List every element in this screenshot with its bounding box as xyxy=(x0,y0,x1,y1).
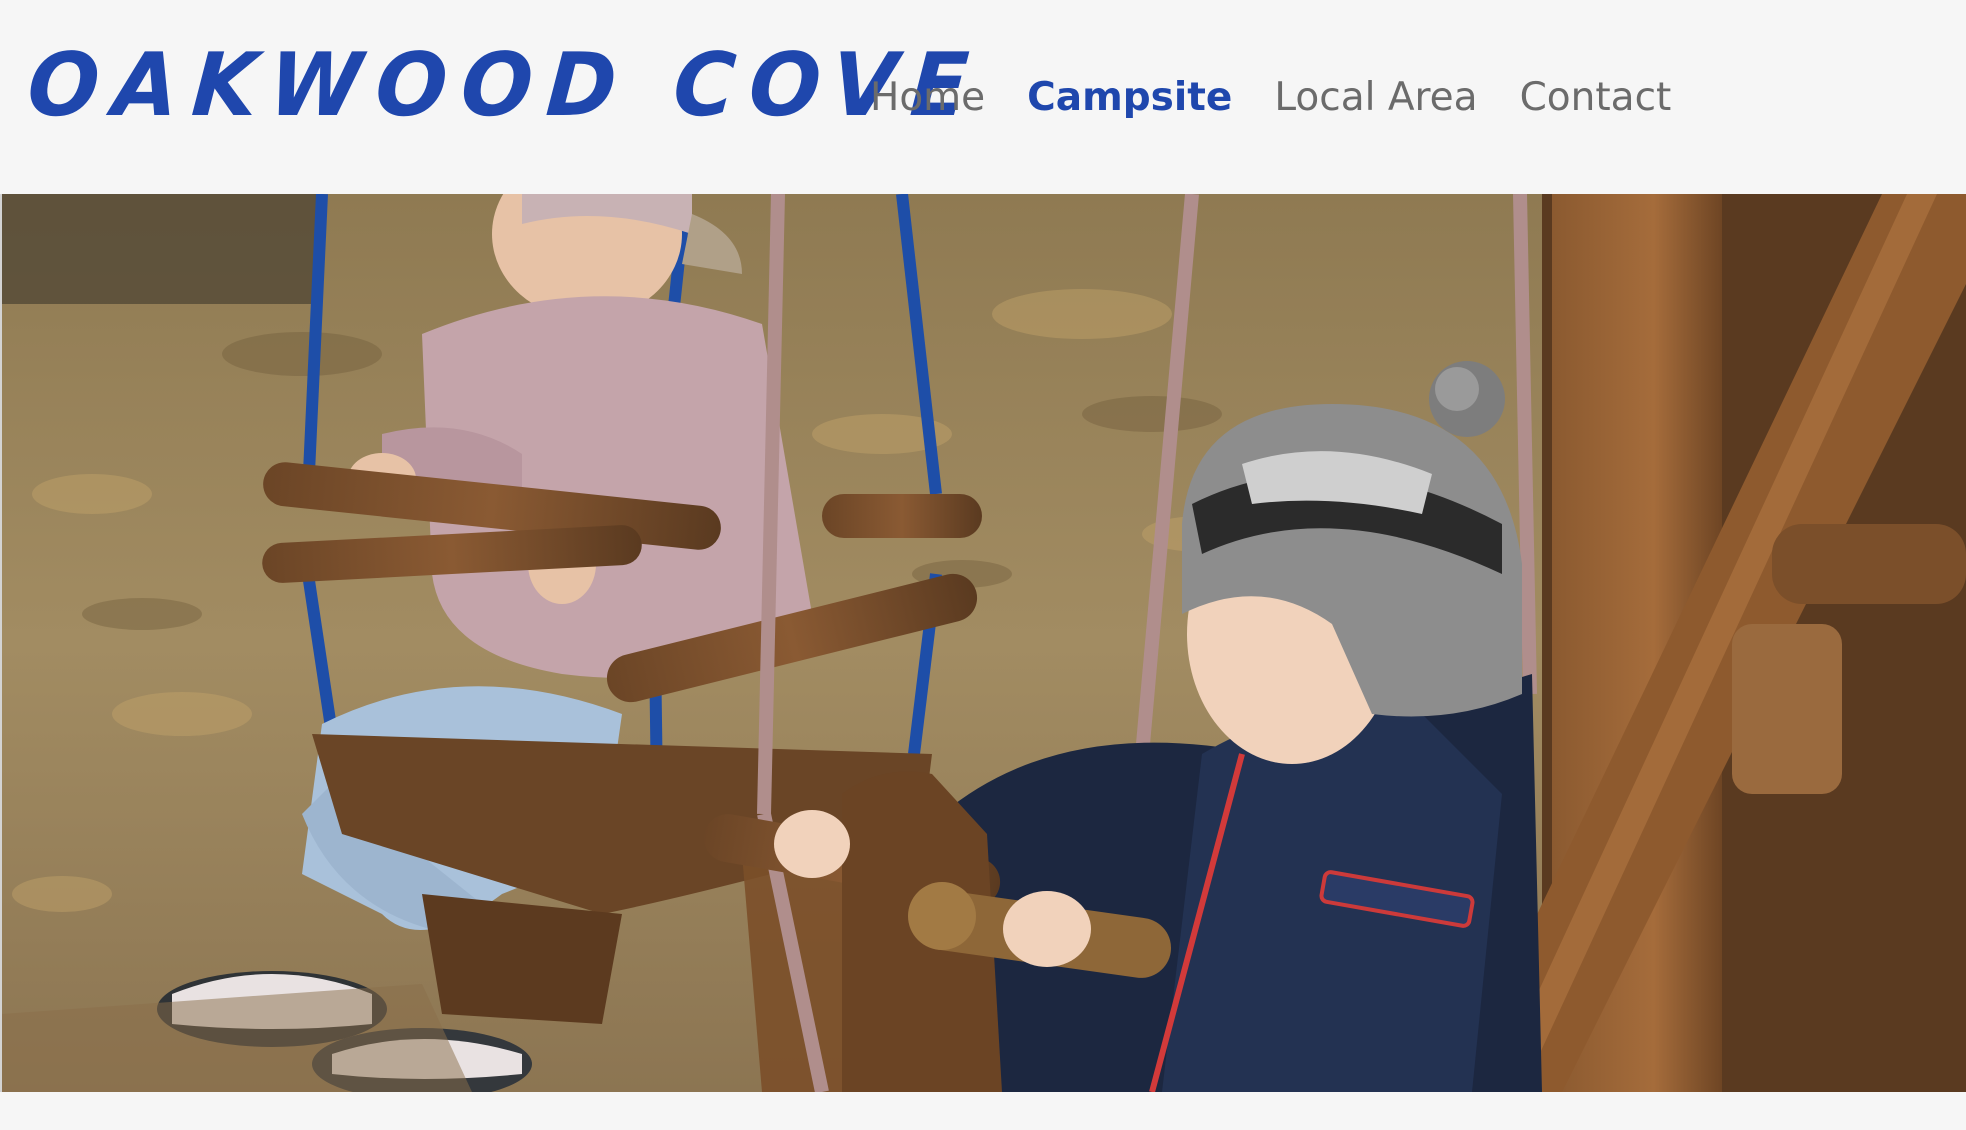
nav-link-contact[interactable]: Contact xyxy=(1520,75,1672,120)
site-header: OAKWOOD COVE Home Campsite Local Area Co… xyxy=(0,0,1966,194)
site-logo[interactable]: OAKWOOD COVE xyxy=(24,28,986,142)
hero-image xyxy=(2,194,1966,1092)
page-content-start xyxy=(0,1092,1966,1130)
nav-link-home[interactable]: Home xyxy=(870,75,985,120)
hero-photo-illustration xyxy=(2,194,1966,1092)
nav-link-campsite[interactable]: Campsite xyxy=(1027,75,1232,120)
main-navigation: Home Campsite Local Area Contact xyxy=(870,60,1671,134)
nav-link-local-area[interactable]: Local Area xyxy=(1274,75,1477,120)
